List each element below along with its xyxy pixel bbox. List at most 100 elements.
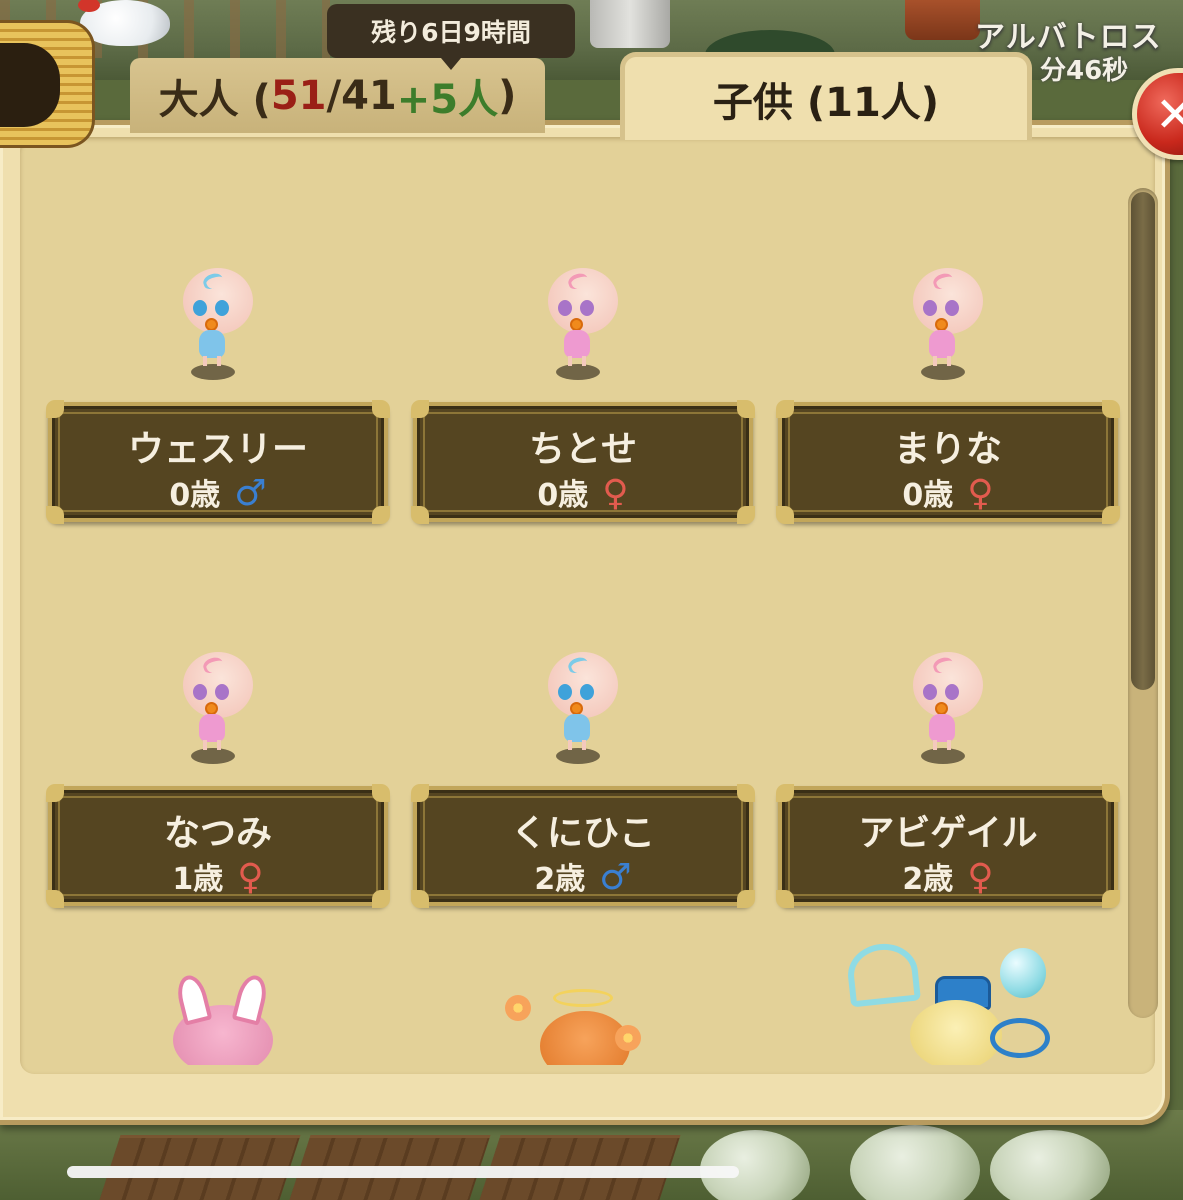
baby-body	[199, 714, 225, 742]
corner-ornament	[372, 400, 390, 418]
eye	[215, 300, 229, 316]
remaining-time-badge: 残り6日9時間	[327, 4, 575, 70]
corner-ornament	[776, 400, 794, 418]
eye	[193, 300, 207, 316]
baby-avatar[interactable]	[183, 268, 259, 388]
child-age: 2歳	[902, 862, 954, 897]
child-avatar-partial[interactable]	[840, 940, 1060, 1065]
child-age: 0歳	[537, 478, 589, 513]
child-nameplate[interactable]: ウェスリー 0歳 ♂	[46, 400, 390, 524]
female-icon: ♀	[237, 857, 264, 898]
fox-ear-icon	[231, 975, 271, 1026]
blonde-hair	[910, 1000, 1002, 1065]
corner-ornament	[46, 784, 64, 802]
child-age-row: 0歳 ♀	[782, 470, 1114, 514]
baby-body	[564, 714, 590, 742]
eye	[558, 684, 572, 700]
female-icon: ♀	[602, 473, 629, 514]
shrub-decoration	[990, 1130, 1110, 1200]
female-icon: ♀	[967, 473, 994, 514]
baby-legs	[933, 356, 951, 366]
corner-ornament	[1102, 400, 1120, 418]
corner-ornament	[411, 784, 429, 802]
child-age-row: 1歳 ♀	[52, 854, 384, 898]
child-name: くにひこ	[510, 813, 655, 854]
baby-legs	[933, 740, 951, 750]
baby-body	[564, 330, 590, 358]
menu-button[interactable]	[0, 20, 95, 148]
shrub-decoration	[700, 1130, 810, 1200]
child-name: ちとせ	[528, 429, 637, 470]
tab-children[interactable]: 子供 (11人)	[620, 52, 1032, 140]
child-name: ウェスリー	[127, 429, 308, 470]
child-age-row: 2歳 ♀	[782, 854, 1114, 898]
home-indicator[interactable]	[67, 1166, 739, 1178]
eye	[923, 684, 937, 700]
child-age-row: 0歳 ♂	[52, 470, 384, 514]
halo-icon	[553, 989, 613, 1007]
female-icon: ♀	[967, 857, 994, 898]
avatar-shadow	[556, 364, 600, 380]
balloon-icon	[1000, 948, 1046, 998]
child-avatar-partial[interactable]	[165, 975, 280, 1065]
avatar-shadow	[921, 748, 965, 764]
child-nameplate[interactable]: アビゲイル 2歳 ♀	[776, 784, 1120, 908]
corner-ornament	[46, 400, 64, 418]
baby-legs	[568, 740, 586, 750]
eye	[193, 684, 207, 700]
child-age-row: 2歳 ♂	[417, 854, 749, 898]
baby-avatar[interactable]	[548, 268, 624, 388]
eye	[580, 300, 594, 316]
child-age: 2歳	[534, 862, 586, 897]
corner-ornament	[1102, 784, 1120, 802]
avatar-shadow	[556, 748, 600, 764]
child-nameplate[interactable]: ちとせ 0歳 ♀	[411, 400, 755, 524]
child-nameplate[interactable]: まりな 0歳 ♀	[776, 400, 1120, 524]
tab-adults-suffix: )	[498, 72, 517, 119]
fox-ear-icon	[173, 975, 213, 1026]
male-icon: ♂	[599, 857, 632, 898]
flower-icon	[505, 995, 531, 1021]
scrollbar-thumb[interactable]	[1131, 192, 1155, 690]
eye	[945, 300, 959, 316]
baby-legs	[568, 356, 586, 366]
child-age-row: 0歳 ♀	[417, 470, 749, 514]
remaining-time-text: 残り6日9時間	[371, 18, 531, 47]
baby-legs	[203, 356, 221, 366]
close-icon: ✕	[1155, 87, 1183, 143]
baby-avatar[interactable]	[548, 652, 624, 772]
baby-avatar[interactable]	[183, 652, 259, 772]
baby-legs	[203, 740, 221, 750]
eye	[945, 684, 959, 700]
background-timer-label: 分46秒	[1040, 56, 1129, 86]
avatar-shadow	[921, 364, 965, 380]
child-avatar-partial[interactable]	[495, 985, 685, 1065]
menu-icon	[0, 43, 60, 127]
adults-current-count: 51	[270, 72, 327, 119]
adults-capacity: /41	[326, 72, 397, 119]
eye	[558, 300, 572, 316]
child-nameplate[interactable]: なつみ 1歳 ♀	[46, 784, 390, 908]
child-nameplate[interactable]: くにひこ 2歳 ♂	[411, 784, 755, 908]
baby-body	[929, 330, 955, 358]
child-age: 1歳	[172, 862, 224, 897]
corner-ornament	[411, 400, 429, 418]
child-age: 0歳	[169, 478, 221, 513]
baby-avatar[interactable]	[913, 268, 989, 388]
baby-avatar[interactable]	[913, 652, 989, 772]
male-icon: ♂	[234, 473, 267, 514]
eye	[923, 300, 937, 316]
child-name: まりな	[893, 429, 1002, 470]
eye	[215, 684, 229, 700]
chair-decoration	[905, 0, 980, 40]
adults-bonus-count: +5人	[396, 76, 499, 123]
avatar-shadow	[191, 364, 235, 380]
baby-body	[199, 330, 225, 358]
corner-ornament	[776, 784, 794, 802]
corner-ornament	[737, 400, 755, 418]
flower-icon	[615, 1025, 641, 1051]
ribbon-icon	[990, 1018, 1050, 1058]
corner-ornament	[737, 784, 755, 802]
baby-body	[929, 714, 955, 742]
tab-adults[interactable]: 大人 (51/41 +5人)	[130, 58, 545, 133]
